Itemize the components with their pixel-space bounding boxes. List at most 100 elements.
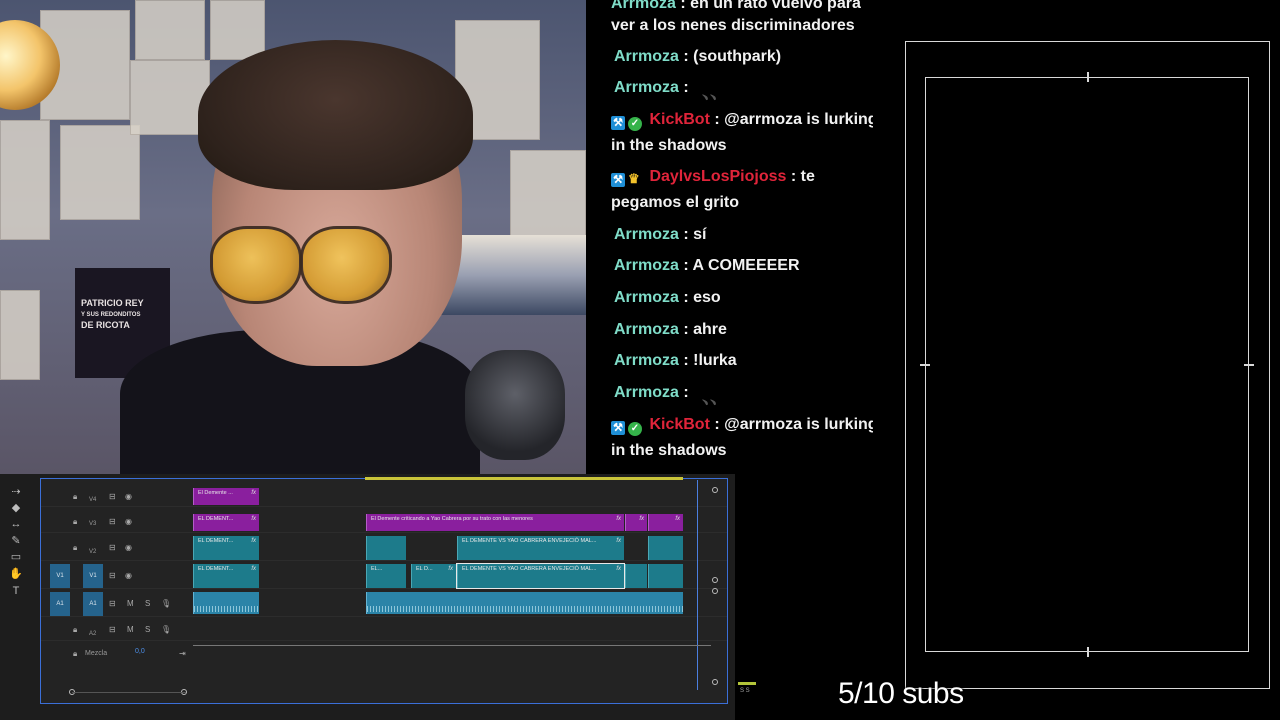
chat-text: : (southpark) — [683, 48, 782, 65]
eye-icon[interactable]: ◉ — [125, 517, 132, 527]
chat-message: in the shadows — [611, 438, 873, 464]
clip[interactable]: El Demente criticando a Yao Cabrera por … — [366, 514, 624, 531]
lock-icon[interactable]: 🔒︎ — [73, 492, 77, 502]
lock-icon[interactable]: 🔒︎ — [73, 649, 77, 659]
poster-text: PATRICIO REY — [81, 298, 144, 308]
sync-icon[interactable]: ⊟ — [109, 571, 116, 581]
safe-margin-tick — [1244, 364, 1254, 366]
chat-text: : en un rato vuelvo para — [680, 0, 861, 12]
wall-sketch — [135, 0, 205, 60]
eye-icon[interactable]: ◉ — [125, 543, 132, 553]
clip-label: EL DEMENT... — [198, 538, 234, 544]
lock-icon[interactable]: 🔒︎ — [73, 625, 77, 635]
safe-margin-tick — [1087, 72, 1089, 82]
poster-text: DE RICOTA — [81, 320, 130, 330]
sync-icon[interactable]: ⊟ — [109, 625, 116, 635]
rectangle-icon[interactable]: ▭ — [9, 551, 23, 563]
chat-text: in the shadows — [611, 442, 727, 459]
clip[interactable]: EL DEMENT... fx — [193, 514, 259, 531]
slip-icon[interactable]: ↔ — [9, 518, 23, 530]
clip-label: El Demente criticando a Yao Cabrera por … — [371, 516, 533, 522]
chat-text: : sí — [683, 226, 707, 243]
chat-author: Arrmoza — [614, 226, 679, 243]
mute-button[interactable]: M — [127, 599, 134, 609]
clip[interactable]: El Demente ... fx — [193, 488, 259, 505]
wall-sketch — [0, 290, 40, 380]
fx-badge: fx — [616, 566, 621, 572]
eye-icon[interactable]: ◉ — [125, 571, 132, 581]
solo-button[interactable]: S — [145, 599, 150, 609]
sync-icon[interactable]: ⊟ — [109, 599, 116, 609]
clip[interactable] — [648, 536, 683, 560]
chat-message: Arrmoza : sí — [614, 222, 873, 248]
vertical-scroll-knob[interactable] — [712, 679, 718, 685]
chat-message: ver a los nenes discriminadores — [611, 13, 873, 39]
clip[interactable]: EL DEMENTE VS YAO CABRERA ENVEJECIÓ MAL.… — [457, 536, 624, 560]
clip-label: EL DEMENTE VS YAO CABRERA ENVEJECIÓ MAL.… — [462, 566, 597, 572]
type-icon[interactable]: T — [9, 585, 23, 597]
clip[interactable]: fx — [648, 514, 683, 531]
clip[interactable] — [366, 536, 406, 560]
chat-message: Arrmoza : eso — [614, 285, 873, 311]
clip[interactable]: EL... — [366, 564, 406, 588]
clip[interactable] — [648, 564, 683, 588]
emote-icon: ﹅﹅ — [701, 92, 718, 102]
chat-message: Arrmoza : (southpark) — [614, 44, 873, 70]
chat-text: : te — [790, 168, 815, 185]
verified-badge-icon: ✓ — [628, 117, 642, 131]
lock-icon[interactable]: 🔒︎ — [73, 517, 77, 527]
fx-badge: fx — [616, 516, 621, 522]
chat-author: Arrmoza — [614, 257, 679, 274]
chat-message: Arrmoza : ﹅﹅ — [614, 380, 873, 407]
source-patch-v1[interactable]: V1 — [50, 564, 70, 588]
mute-button[interactable]: M — [127, 625, 134, 635]
chat-author: Arrmoza — [611, 0, 676, 12]
chat-message: in the shadows — [611, 133, 873, 159]
horizontal-scrollbar[interactable] — [72, 692, 186, 693]
chat-author: Arrmoza — [614, 352, 679, 369]
chat-text: : — [683, 79, 689, 96]
go-to-end-icon[interactable]: ⇥ — [179, 649, 186, 659]
track-select-icon[interactable]: ⇢ — [9, 486, 23, 498]
vertical-scroll-knob[interactable] — [712, 487, 718, 493]
vertical-scroll-knob[interactable] — [712, 577, 718, 583]
sync-icon[interactable]: ⊟ — [109, 492, 116, 502]
wall-sketch — [60, 125, 140, 220]
microphone-icon[interactable]: 🎙︎ — [161, 625, 171, 635]
clip[interactable]: fx — [625, 514, 647, 531]
hand-icon[interactable]: ✋ — [9, 568, 23, 580]
microphone-icon[interactable]: 🎙︎ — [161, 599, 171, 609]
chat-author: Arrmoza — [614, 48, 679, 65]
track-target-a1[interactable]: A1 — [83, 592, 103, 616]
source-patch-a1[interactable]: A1 — [50, 592, 70, 616]
timeline[interactable]: 🔒︎ V4 ⊟ ◉ 🔒︎ V3 ⊟ ◉ 🔒︎ V2 ⊟ ◉ V1 V1 ⊟ ◉ … — [40, 478, 728, 704]
clip[interactable]: EL D... fx — [411, 564, 456, 588]
pen-icon[interactable]: ✎ — [9, 535, 23, 547]
glasses-lens-right — [300, 226, 392, 304]
sync-icon[interactable]: ⊟ — [109, 517, 116, 527]
audio-meter — [738, 682, 756, 685]
editor-toolbar: ⇢ ◆ ↔ ✎ ▭ ✋ T — [0, 482, 40, 682]
eye-icon[interactable]: ◉ — [125, 492, 132, 502]
razor-icon[interactable]: ◆ — [9, 502, 23, 514]
clip[interactable]: EL DEMENT... fx — [193, 564, 259, 588]
clip[interactable] — [625, 564, 647, 588]
chat-text: : ahre — [683, 321, 727, 338]
clip[interactable]: EL DEMENT... fx — [193, 536, 259, 560]
audio-meter-label: S S — [740, 688, 750, 694]
fx-badge: fx — [251, 538, 256, 544]
solo-button[interactable]: S — [145, 625, 150, 635]
work-area-bar[interactable] — [365, 477, 683, 480]
chat-message: ⚒ ✓ KickBot : @arrmoza is lurking — [611, 107, 873, 133]
audio-clip[interactable] — [193, 592, 259, 614]
lock-icon[interactable]: 🔒︎ — [73, 543, 77, 553]
sync-icon[interactable]: ⊟ — [109, 543, 116, 553]
track-target-v1[interactable]: V1 — [83, 564, 103, 588]
chat-text: : A COMEEEER — [683, 257, 800, 274]
selected-clip[interactable]: EL DEMENTE VS YAO CABRERA ENVEJECIÓ MAL.… — [456, 563, 625, 589]
mix-value[interactable]: 0,0 — [135, 648, 145, 655]
title-safe-frame — [925, 77, 1249, 652]
playhead[interactable] — [697, 480, 698, 690]
audio-clip[interactable] — [366, 592, 683, 614]
vertical-scroll-knob[interactable] — [712, 588, 718, 594]
